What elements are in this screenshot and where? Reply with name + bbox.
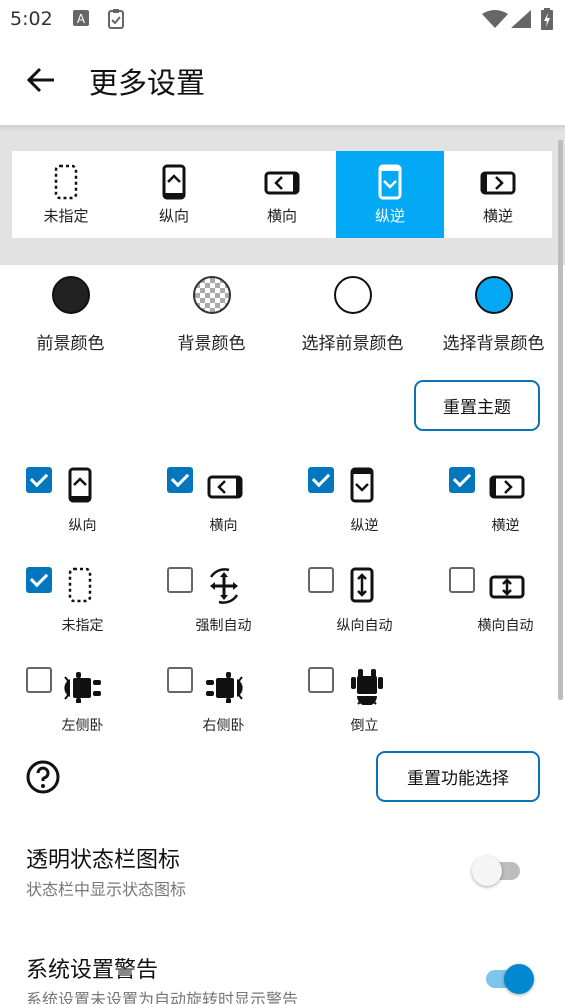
- unspecified-icon: [54, 164, 78, 200]
- orientation-preview-band: 未指定 纵向 横向 纵逆 横逆: [0, 125, 565, 265]
- android-right-icon: [206, 672, 243, 703]
- tab-unspecified[interactable]: 未指定: [12, 151, 120, 238]
- status-time: 5:02: [10, 8, 53, 30]
- function-landscape-auto: 横向自动: [423, 567, 564, 657]
- reverse-landscape-icon: [489, 475, 525, 499]
- function-landscape: 横向: [141, 467, 282, 557]
- tab-reverse-landscape[interactable]: 横逆: [444, 151, 552, 238]
- pref-transparent-statusbar-icon[interactable]: 透明状态栏图标 状态栏中显示状态图标: [0, 842, 565, 932]
- function-portrait-auto: 纵向自动: [282, 567, 423, 657]
- help-icon[interactable]: [26, 760, 60, 794]
- reverse-landscape-icon: [480, 171, 516, 195]
- wifi-icon: [482, 10, 508, 32]
- tab-label: 未指定: [43, 207, 89, 225]
- color-label: 背景颜色: [177, 334, 246, 354]
- function-label: 纵向: [68, 518, 97, 534]
- android-left-icon: [64, 672, 101, 703]
- color-label: 选择背景颜色: [442, 334, 545, 354]
- function-label: 左侧卧: [61, 718, 104, 734]
- switch-thumb: [472, 856, 502, 886]
- function-label: 横向: [209, 518, 238, 534]
- force-auto-icon: [209, 568, 239, 604]
- function-label: 未指定: [61, 618, 104, 634]
- tab-label: 纵向: [158, 207, 189, 225]
- function-right-side: 右侧卧: [141, 667, 282, 757]
- tab-label: 横逆: [482, 207, 513, 225]
- color-label: 前景颜色: [36, 334, 105, 354]
- color-swatch: [52, 276, 90, 314]
- foreground-color-choice[interactable]: 前景颜色: [0, 275, 141, 365]
- notification-a-icon: A: [72, 9, 90, 31]
- portrait-auto-icon: [350, 567, 374, 603]
- color-label: 选择前景颜色: [301, 334, 404, 354]
- tab-reverse-portrait[interactable]: 纵逆: [336, 151, 444, 238]
- function-label: 倒立: [350, 718, 379, 734]
- orientation-tabs: 未指定 纵向 横向 纵逆 横逆: [12, 151, 552, 238]
- checkbox[interactable]: [308, 467, 334, 493]
- landscape-icon: [264, 171, 300, 195]
- landscape-icon: [207, 475, 243, 499]
- clipboard-icon: [107, 9, 125, 33]
- background-color-choice[interactable]: 背景颜色: [141, 275, 282, 365]
- reset-theme-button[interactable]: 重置主题: [414, 380, 540, 431]
- function-label: 横逆: [491, 518, 520, 534]
- android-upside-down-icon: [351, 669, 383, 705]
- switch-thumb: [504, 964, 534, 994]
- function-label: 横向自动: [477, 618, 534, 634]
- function-label: 纵向自动: [336, 618, 393, 634]
- checkbox[interactable]: [26, 467, 52, 493]
- tab-portrait[interactable]: 纵向: [120, 151, 228, 238]
- landscape-auto-icon: [489, 575, 525, 599]
- reset-function-selection-button[interactable]: 重置功能选择: [376, 751, 540, 802]
- checkbox[interactable]: [167, 667, 193, 693]
- status-bar: 5:02 A: [0, 0, 565, 38]
- checkbox[interactable]: [26, 567, 52, 593]
- color-swatch: [475, 276, 513, 314]
- function-portrait: 纵向: [0, 467, 141, 557]
- function-label: 纵逆: [350, 518, 379, 534]
- reverse-portrait-icon: [378, 164, 402, 200]
- transparent-statusbar-toggle[interactable]: [472, 854, 526, 886]
- function-reverse-portrait: 纵逆: [282, 467, 423, 557]
- selected-foreground-color-choice[interactable]: 选择前景颜色: [282, 275, 423, 365]
- portrait-icon: [162, 164, 186, 200]
- signal-icon: [511, 10, 531, 32]
- checkbox[interactable]: [26, 667, 52, 693]
- arrow-back-icon[interactable]: [24, 62, 60, 98]
- checkbox[interactable]: [167, 467, 193, 493]
- app-bar: 更多设置: [0, 38, 565, 125]
- page-title: 更多设置: [89, 66, 206, 100]
- checkbox[interactable]: [449, 467, 475, 493]
- pref-title: 透明状态栏图标: [26, 848, 181, 873]
- system-setting-warning-toggle[interactable]: [480, 962, 534, 994]
- selected-background-color-choice[interactable]: 选择背景颜色: [423, 275, 564, 365]
- theme-colors: 前景颜色 背景颜色 选择前景颜色 选择背景颜色: [0, 275, 565, 365]
- battery-charging-icon: [541, 8, 553, 34]
- checkbox[interactable]: [167, 567, 193, 593]
- function-reverse-landscape: 横逆: [423, 467, 564, 557]
- tab-label: 纵逆: [374, 207, 405, 225]
- function-label: 右侧卧: [202, 718, 245, 734]
- portrait-icon: [68, 467, 92, 503]
- function-left-side: 左侧卧: [0, 667, 141, 757]
- checkbox[interactable]: [308, 567, 334, 593]
- checkbox[interactable]: [449, 567, 475, 593]
- function-upside-down: 倒立: [282, 667, 423, 757]
- checkbox[interactable]: [308, 667, 334, 693]
- pref-title: 系统设置警告: [26, 958, 159, 983]
- tab-landscape[interactable]: 横向: [228, 151, 336, 238]
- tab-label: 横向: [266, 207, 297, 225]
- color-swatch: [334, 276, 372, 314]
- appbar-shadow: [0, 125, 565, 131]
- function-unspecified: 未指定: [0, 567, 141, 657]
- reverse-portrait-icon: [350, 467, 374, 503]
- svg-text:A: A: [77, 12, 86, 26]
- function-label: 强制自动: [195, 618, 252, 634]
- unspecified-icon: [68, 567, 92, 603]
- pref-system-setting-warning[interactable]: 系统设置警告 系统设置未设置为自动旋转时显示警告: [0, 952, 565, 1004]
- color-swatch: [193, 276, 231, 314]
- pref-subtitle: 系统设置未设置为自动旋转时显示警告: [26, 990, 299, 1004]
- pref-subtitle: 状态栏中显示状态图标: [26, 880, 187, 899]
- function-force-auto: 强制自动: [141, 567, 282, 657]
